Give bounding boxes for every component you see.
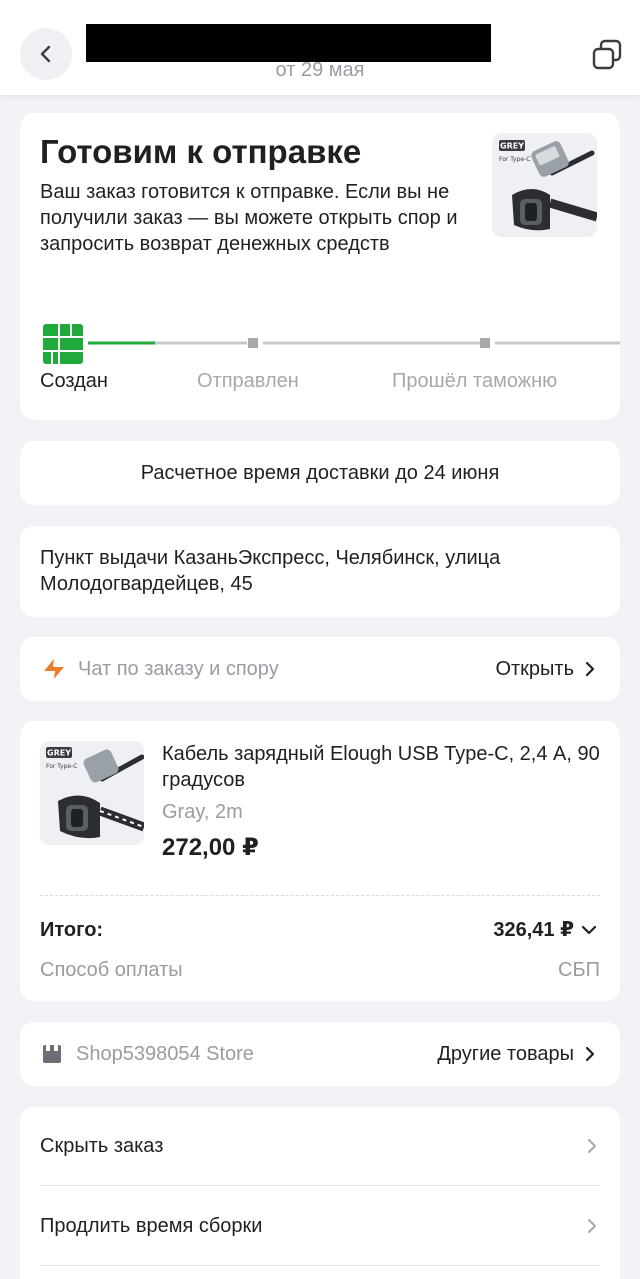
chevron-right-icon <box>588 1139 596 1153</box>
thumb-badge: GREY <box>47 749 71 758</box>
total-label: Итого: <box>40 919 104 941</box>
chevron-down-icon <box>581 925 597 934</box>
status-description: Ваш заказ готовится к отправке. Если вы … <box>40 181 458 255</box>
status-product-thumbnail: GREY For Type-C <box>492 133 597 237</box>
thumb-caption: For Type-C <box>46 763 77 770</box>
shop-other-products-label: Другие товары <box>437 1042 574 1065</box>
extend-assembly-time-label: Продлить время сборки <box>40 1214 263 1237</box>
order-chat-row[interactable]: Чат по заказу и спору Открыть <box>20 637 620 701</box>
shop-name: Shop5398054 Store <box>76 1042 254 1065</box>
cable-image: GREY For Type-C <box>492 133 597 237</box>
box-icon <box>43 324 83 364</box>
pickup-point-card: Пункт выдачи КазаньЭкспресс, Челябинск, … <box>20 526 620 617</box>
product-price: 272,00 ₽ <box>162 834 259 861</box>
hide-order-label: Скрыть заказ <box>40 1134 164 1157</box>
delivery-progress <box>43 324 620 364</box>
order-product-card: GREY For Type-C Кабель зарядный Elough U… <box>20 721 620 1001</box>
copy-icon <box>592 39 622 70</box>
product-thumbnail[interactable]: GREY For Type-C <box>40 741 144 845</box>
hide-order-item[interactable]: Скрыть заказ <box>40 1107 600 1185</box>
step-marker-customs <box>480 338 490 348</box>
lightning-icon <box>44 659 64 679</box>
chat-label: Чат по заказу и спору <box>78 657 279 680</box>
delivery-eta-text: Расчетное время доставки до 24 июня <box>140 462 500 484</box>
divider <box>40 1185 600 1186</box>
delivery-eta-card: Расчетное время доставки до 24 июня <box>20 441 620 505</box>
divider <box>40 895 600 896</box>
payment-method-value: СБП <box>558 959 600 981</box>
chevron-right-icon <box>588 1219 596 1233</box>
thumb-caption: For Type-C <box>499 156 530 163</box>
step-label-sent: Отправлен <box>197 370 299 392</box>
total-value: 326,41 ₽ <box>493 919 574 941</box>
thumb-badge: GREY <box>500 142 524 151</box>
status-title: Готовим к отправке <box>40 133 362 170</box>
order-status-card: Готовим к отправке Ваш заказ готовится к… <box>20 113 620 420</box>
total-toggle[interactable]: 326,41 ₽ <box>493 917 598 942</box>
store-icon <box>43 1045 61 1063</box>
step-marker-sent <box>248 338 258 348</box>
divider <box>40 1265 600 1266</box>
extend-assembly-time-item[interactable]: Продлить время сборки <box>40 1187 600 1265</box>
chat-open-link[interactable]: Открыть <box>495 637 598 701</box>
pickup-address: Пункт выдачи КазаньЭкспресс, Челябинск, … <box>40 547 501 595</box>
chevron-right-icon <box>585 1046 595 1062</box>
order-date: от 29 мая <box>275 59 365 81</box>
step-label-created: Создан <box>40 370 108 392</box>
chat-open-label: Открыть <box>495 657 574 680</box>
order-actions-card: Скрыть заказ Продлить время сборки <box>20 1107 620 1279</box>
step-label-customs: Прошёл таможню <box>392 370 558 392</box>
product-name[interactable]: Кабель зарядный Elough USB Type-C, 2,4 А… <box>162 741 607 793</box>
top-bar: от 29 мая <box>0 0 640 95</box>
order-title-redacted <box>86 24 491 62</box>
cable-image: GREY For Type-C <box>40 741 144 845</box>
shop-row[interactable]: Shop5398054 Store Другие товары <box>20 1022 620 1086</box>
chevron-right-icon <box>585 661 595 677</box>
payment-method-label: Способ оплаты <box>40 959 183 981</box>
product-variant: Gray, 2m <box>162 801 243 823</box>
shop-other-products-link[interactable]: Другие товары <box>437 1022 598 1086</box>
copy-button[interactable] <box>590 38 624 72</box>
